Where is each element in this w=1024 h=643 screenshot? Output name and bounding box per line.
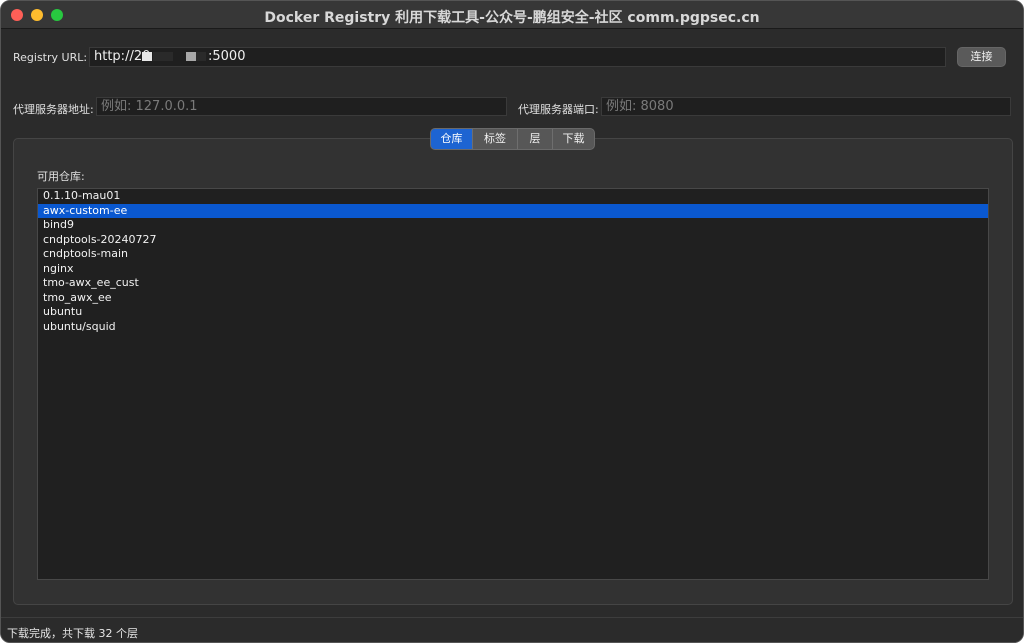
list-item[interactable]: ubuntu bbox=[38, 305, 988, 320]
registry-url-field[interactable]: http://20 :5000 bbox=[89, 47, 946, 67]
tab-bar: 仓库 标签 层 下载 bbox=[430, 128, 595, 150]
proxy-port-input[interactable]: 例如: 8080 bbox=[601, 97, 1011, 116]
list-item[interactable]: 0.1.10-mau01 bbox=[38, 189, 988, 204]
proxy-address-label: 代理服务器地址: bbox=[13, 103, 94, 116]
registry-url-suffix: :5000 bbox=[208, 49, 246, 64]
redaction-block bbox=[186, 52, 196, 61]
repository-list[interactable]: 0.1.10-mau01 awx-custom-ee bind9 cndptoo… bbox=[37, 188, 989, 580]
list-item[interactable]: cndptools-main bbox=[38, 247, 988, 262]
window-title: Docker Registry 利用下载工具-公众号-鹏组安全-社区 comm.… bbox=[264, 10, 760, 26]
list-item[interactable]: cndptools-20240727 bbox=[38, 233, 988, 248]
connect-button[interactable]: 连接 bbox=[957, 47, 1006, 67]
proxy-port-placeholder: 例如: 8080 bbox=[606, 99, 674, 114]
list-item[interactable]: tmo-awx_ee_cust bbox=[38, 276, 988, 291]
tab-repositories[interactable]: 仓库 bbox=[431, 129, 473, 149]
proxy-port-label: 代理服务器端口: bbox=[518, 103, 599, 116]
status-bar: 下载完成，共下载 32 个层 bbox=[1, 617, 1023, 642]
list-item[interactable]: tmo_awx_ee bbox=[38, 291, 988, 306]
tab-layers[interactable]: 层 bbox=[518, 129, 553, 149]
proxy-address-input[interactable]: 例如: 127.0.0.1 bbox=[96, 97, 507, 116]
status-text: 下载完成，共下载 32 个层 bbox=[7, 627, 138, 640]
registry-url-label: Registry URL: bbox=[13, 51, 88, 64]
redaction-block bbox=[153, 52, 173, 61]
tab-download[interactable]: 下载 bbox=[553, 129, 594, 149]
app-window: Docker Registry 利用下载工具-公众号-鹏组安全-社区 comm.… bbox=[0, 0, 1024, 643]
list-item[interactable]: nginx bbox=[38, 262, 988, 277]
proxy-address-placeholder: 例如: 127.0.0.1 bbox=[101, 99, 198, 114]
list-item-selected[interactable]: awx-custom-ee bbox=[38, 203, 988, 218]
tab-tags[interactable]: 标签 bbox=[473, 129, 518, 149]
list-item[interactable]: ubuntu/squid bbox=[38, 320, 988, 335]
redaction-block bbox=[142, 52, 152, 61]
redaction-block bbox=[196, 52, 206, 61]
repositories-heading: 可用仓库: bbox=[37, 170, 85, 183]
list-item[interactable]: bind9 bbox=[38, 218, 988, 233]
title-bar: Docker Registry 利用下载工具-公众号-鹏组安全-社区 comm.… bbox=[1, 1, 1023, 29]
